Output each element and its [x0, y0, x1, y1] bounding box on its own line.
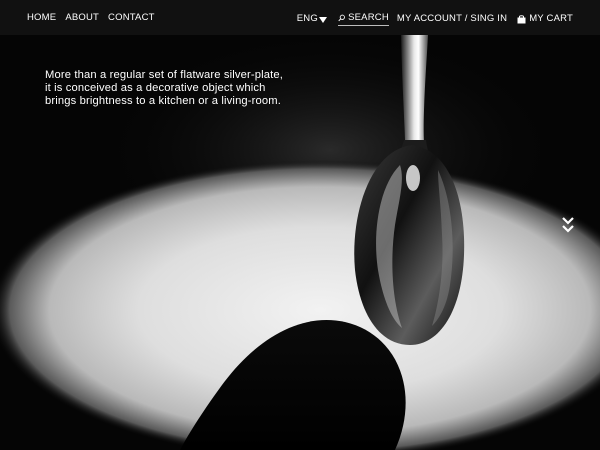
nav-contact-link[interactable]: CONTACT: [108, 12, 155, 24]
main-menu: HOME ABOUT CONTACT: [27, 12, 155, 24]
nav-home-link[interactable]: HOME: [27, 12, 56, 24]
hero-line: it is conceived as a decorative object w…: [45, 82, 266, 94]
language-selector[interactable]: ENG: [297, 13, 327, 25]
caret-down-icon: [318, 17, 327, 23]
hero-image: [0, 0, 600, 450]
search-label: SEARCH: [348, 12, 389, 23]
hero-line: More than a regular set of flatware silv…: [45, 69, 284, 81]
nav-about-link[interactable]: ABOUT: [65, 12, 99, 24]
cart-link[interactable]: MY CART: [517, 13, 573, 25]
account-signin-link[interactable]: MY ACCOUNT / SING IN: [397, 13, 507, 25]
language-label: ENG: [296, 13, 318, 24]
hero-description: More than a regular set of flatware silv…: [45, 69, 295, 108]
shopping-bag-icon: [517, 14, 526, 23]
top-navigation: HOME ABOUT CONTACT ENG SEARCH MY ACCOUNT…: [0, 0, 600, 35]
utility-menu: ENG SEARCH MY ACCOUNT / SING IN MY CART: [297, 12, 573, 26]
search-field[interactable]: SEARCH: [337, 12, 389, 26]
magnifier-icon: [338, 14, 345, 22]
double-chevron-down-icon: [562, 217, 574, 233]
page: HOME ABOUT CONTACT ENG SEARCH MY ACCOUNT…: [0, 0, 600, 450]
hero-line: brings brightness to a kitchen or a livi…: [45, 95, 282, 107]
cart-label: MY CART: [529, 13, 573, 24]
scroll-down-button[interactable]: [561, 216, 575, 236]
